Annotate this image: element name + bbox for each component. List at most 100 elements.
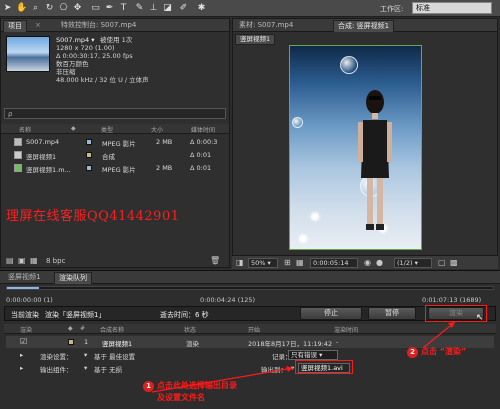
col-render[interactable]: 渲染 <box>20 325 32 334</box>
timecode-display[interactable]: 0:00:05:14 <box>310 258 358 268</box>
interpret-footage-icon[interactable]: ▤ <box>6 256 14 265</box>
trash-icon[interactable]: 🗑 <box>210 256 220 265</box>
tab-effect-controls[interactable]: 特效控制台: S007.mp4 <box>57 20 140 32</box>
hand-tool-icon[interactable]: ✋ <box>16 2 27 14</box>
resolution-select[interactable]: (1/2) ▾ <box>394 258 432 268</box>
compression-info: 非压缩 <box>56 68 76 76</box>
col-status[interactable]: 状态 <box>184 325 196 334</box>
expand-arrow-icon[interactable]: ▸ <box>20 364 23 372</box>
zoom-value: 50% <box>251 259 266 267</box>
pen-tool-icon[interactable]: ✒ <box>104 2 115 14</box>
row-size: 2 MB <box>156 138 173 146</box>
col-name[interactable]: 名称 <box>19 125 31 134</box>
render-settings-dropdown-icon[interactable]: ▾ <box>84 351 87 359</box>
eraser-tool-icon[interactable]: ◪ <box>162 2 173 14</box>
viewer-tabrow: 素材: S007.mp4 合成: 竖屏视频1 <box>233 19 497 32</box>
col-type[interactable]: 类型 <box>101 125 113 134</box>
tab-footage[interactable]: 素材: S007.mp4 <box>235 20 297 32</box>
sparkle-graphic: ✺ <box>298 232 309 246</box>
col-duration[interactable]: 媒体时间 <box>191 125 215 134</box>
row-name: S007.mp4 <box>26 138 60 146</box>
roto-brush-tool-icon[interactable]: ✐ <box>178 2 189 14</box>
output-module-label: 输出组件： <box>40 366 73 374</box>
render-progress-track <box>6 286 494 290</box>
col-size[interactable]: 大小 <box>151 125 163 134</box>
col-started[interactable]: 开始 <box>248 325 260 334</box>
time-end: 0:01:07:13 (1689) <box>422 296 482 304</box>
tab-timeline[interactable]: 竖屏视频1 <box>4 272 44 284</box>
render-item-index: 1 <box>84 338 89 346</box>
project-column-header: 名称 ◆ 类型 大小 媒体时间 <box>1 124 229 134</box>
comp-subtab[interactable]: 竖屏视频1 <box>235 34 276 45</box>
mouse-cursor-icon: ↖ <box>476 313 484 323</box>
grid-icon[interactable]: ▦ <box>296 258 304 267</box>
col-comp-name[interactable]: 合成名称 <box>100 325 124 334</box>
show-channel-icon[interactable]: ● <box>376 258 383 267</box>
region-of-interest-icon[interactable]: ▢ <box>438 258 446 267</box>
label-icon[interactable]: ◆ <box>71 125 76 132</box>
tab-composition[interactable]: 合成: 竖屏视频1 <box>333 20 395 32</box>
tab-render-queue[interactable]: 渲染队列 <box>54 272 92 284</box>
col-tag[interactable]: # <box>80 325 85 332</box>
label-swatch[interactable] <box>86 152 92 158</box>
safe-area-icon[interactable]: ⊞ <box>284 258 291 267</box>
text-tool-icon[interactable]: T <box>118 2 129 14</box>
snapshot-icon[interactable]: ◉ <box>364 258 371 267</box>
tab-close-icon[interactable]: × <box>31 20 45 32</box>
render-settings-value[interactable]: 基于 最佳设置 <box>94 351 135 361</box>
pan-behind-tool-icon[interactable]: ✥ <box>72 2 83 14</box>
step1-number: 1 <box>143 381 154 392</box>
render-item-status: 渲染 <box>186 340 199 348</box>
rendering-label: 渲染「竖屏视频1」 <box>45 311 106 319</box>
render-item-time: - <box>336 338 339 346</box>
workspace-select[interactable]: 标准 <box>412 2 492 14</box>
render-checkbox-icon[interactable]: ☑ <box>20 337 27 346</box>
selection-tool-icon[interactable]: ➤ <box>2 2 13 14</box>
project-row[interactable]: 竖屏视频1 合成 Δ 0:01 <box>4 149 226 161</box>
render-tabrow: 竖屏视频1 渲染队列 <box>0 271 500 284</box>
col-label-icon[interactable]: ◆ <box>68 325 73 332</box>
step2-text: 点击 “渲染” <box>421 347 467 356</box>
project-row[interactable]: 竖屏视频1.m... MPEG 影片 2 MB Δ 0:01 <box>4 162 226 174</box>
label-swatch[interactable] <box>68 339 74 345</box>
project-row[interactable]: S007.mp4 MPEG 影片 2 MB Δ 0:00:3 <box>4 136 226 148</box>
project-search-input[interactable]: ρ <box>4 108 226 119</box>
camera-tool-icon[interactable]: ⎔ <box>58 2 69 14</box>
row-type: 合成 <box>102 153 115 161</box>
rectangle-tool-icon[interactable]: ▭ <box>90 2 101 14</box>
audio-info: 48.000 kHz / 32 位 U / 立体声 <box>56 76 149 84</box>
log-select[interactable]: 只有错误 ▾ <box>288 350 338 360</box>
new-folder-icon[interactable]: ▣ <box>18 256 26 265</box>
row-type: MPEG 影片 <box>102 166 136 174</box>
zoom-select[interactable]: 50% ▾ <box>248 258 278 268</box>
brush-tool-icon[interactable]: ✎ <box>134 2 145 14</box>
bpc-label[interactable]: 8 bpc <box>46 257 65 265</box>
output-module-value[interactable]: 基于 无损 <box>94 364 122 374</box>
timecode-value: 0:00:05:14 <box>313 259 349 267</box>
new-composition-icon[interactable]: ▦ <box>30 256 38 265</box>
clone-stamp-tool-icon[interactable]: ⊥ <box>148 2 159 14</box>
render-settings-label: 渲染设置： <box>40 353 73 361</box>
project-footer: ▤ ▣ ▦ 8 bpc 🗑 <box>4 256 224 267</box>
pause-button[interactable]: 暂停 <box>368 307 416 320</box>
bubble-graphic <box>340 56 358 74</box>
footage-thumbnail <box>6 36 50 72</box>
col-render-time[interactable]: 渲染时间 <box>334 325 358 334</box>
stop-button[interactable]: 停止 <box>300 307 362 320</box>
label-swatch[interactable] <box>86 139 92 145</box>
preview-icon[interactable]: ◨ <box>236 258 244 267</box>
zoom-tool-icon[interactable]: ⌕ <box>30 2 41 14</box>
expand-arrow-icon[interactable]: ▸ <box>20 351 23 359</box>
time-start: 0:00:00:00 (1) <box>6 296 53 304</box>
puppet-tool-icon[interactable]: ✱ <box>196 2 207 14</box>
step1-text-2: 及设置文件名 <box>157 393 205 402</box>
output-module-dropdown-icon[interactable]: ▾ <box>84 364 87 372</box>
rotate-tool-icon[interactable]: ↻ <box>44 2 55 14</box>
transparency-grid-icon[interactable]: ▩ <box>450 258 458 267</box>
render-item-comp: 竖屏视频1 <box>102 340 133 348</box>
tab-project[interactable]: 项目 <box>3 20 27 32</box>
time-mid: 0:00:04:24 (125) <box>200 296 256 304</box>
workspace-label: 工作区: <box>380 5 404 13</box>
label-swatch[interactable] <box>86 165 92 171</box>
used-label: 被使用 1次 <box>100 36 133 44</box>
